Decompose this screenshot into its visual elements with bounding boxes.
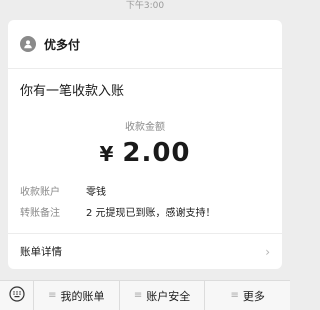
menu-label: 我的账单 bbox=[60, 289, 105, 303]
menu-icon: ≡ bbox=[48, 290, 57, 301]
bill-details-link[interactable]: 账单详情 › bbox=[8, 234, 282, 269]
brand-name: 优多付 bbox=[44, 37, 81, 52]
amount-label: 收款金额 bbox=[125, 122, 165, 133]
amount-number: 2.00 bbox=[122, 138, 191, 168]
keyboard-icon bbox=[8, 285, 25, 306]
currency-symbol: ¥ bbox=[99, 142, 115, 166]
field-key: 转账备注 bbox=[20, 208, 60, 219]
field-key: 收款账户 bbox=[20, 187, 60, 198]
keyboard-toggle-button[interactable] bbox=[0, 280, 34, 310]
menu-account-security[interactable]: ≡ 账户安全 bbox=[120, 280, 206, 310]
card-header[interactable]: 优多付 bbox=[8, 20, 282, 69]
notification-headline: 你有一笔收款入账 bbox=[20, 84, 125, 99]
menu-label: 账户安全 bbox=[146, 289, 191, 303]
chevron-right-icon: › bbox=[265, 244, 270, 259]
bottom-menu-bar: ≡ 我的账单 ≡ 账户安全 ≡ 更多 bbox=[0, 280, 290, 310]
bill-details-label: 账单详情 bbox=[20, 246, 62, 258]
menu-icon: ≡ bbox=[230, 290, 239, 301]
amount-value: ¥2.00 bbox=[8, 138, 282, 168]
field-value: 2 元提现已到账，感谢支持！ bbox=[86, 208, 216, 219]
status-time: 下午3:00 bbox=[125, 1, 165, 11]
field-row-remark: 转账备注 2 元提现已到账，感谢支持！ bbox=[20, 204, 216, 219]
payment-notification-card[interactable]: 优多付 你有一笔收款入账 收款金额 ¥2.00 收款账户 零钱 转账备注 2 元… bbox=[8, 20, 282, 269]
menu-label: 更多 bbox=[242, 289, 265, 303]
field-value: 零钱 bbox=[86, 187, 106, 198]
menu-icon: ≡ bbox=[133, 290, 143, 301]
user-icon bbox=[20, 36, 36, 52]
menu-my-bills[interactable]: ≡ 我的账单 bbox=[34, 280, 120, 310]
field-row-account: 收款账户 零钱 bbox=[20, 183, 106, 198]
menu-more[interactable]: ≡ 更多 bbox=[205, 281, 290, 310]
